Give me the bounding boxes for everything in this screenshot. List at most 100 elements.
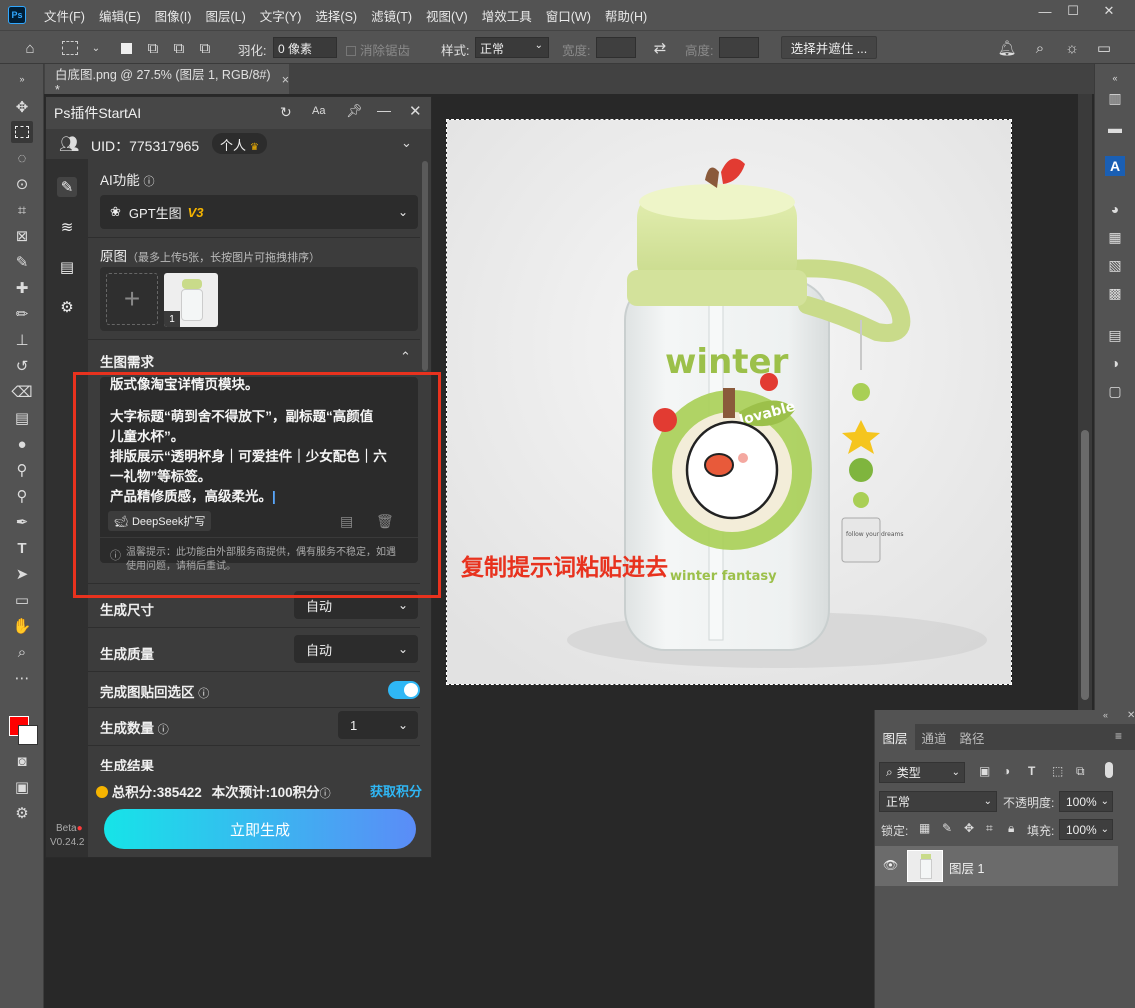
menu-item[interactable]: 文字(Y) <box>260 6 302 25</box>
tab-paths[interactable]: 路径 <box>953 724 991 750</box>
path-select-icon[interactable]: ➤ <box>11 563 33 585</box>
chevron-down-icon[interactable]: ⌄ <box>86 38 106 58</box>
close-icon[interactable]: ✕ <box>1127 710 1135 721</box>
select-and-mask-button[interactable]: 选择并遮住 ... <box>781 36 877 59</box>
clipboard-icon[interactable]: ▤ <box>57 257 77 277</box>
eraser-tool-icon[interactable]: ⌫ <box>11 381 33 403</box>
type-tool-icon[interactable]: T <box>11 537 33 559</box>
menu-item[interactable]: 图层(L) <box>205 6 245 25</box>
chevron-down-icon[interactable]: ⌄ <box>401 135 412 151</box>
quality-select[interactable]: 自动 ⌄ <box>294 635 418 663</box>
lock-pixels-icon[interactable]: ▦ <box>919 821 930 835</box>
expand-panels-icon[interactable]: « <box>1105 68 1125 88</box>
screen-mode-icon[interactable]: ▣ <box>11 776 33 798</box>
swap-icon[interactable]: ⇄ <box>650 38 670 58</box>
fill-input[interactable]: 100% ⌄ <box>1059 819 1113 840</box>
plugin-icon[interactable]: ⚙ <box>11 802 33 824</box>
pin-icon[interactable]: 📌︎ <box>346 103 363 119</box>
source-thumbnail[interactable]: 1 <box>164 273 218 327</box>
background-color[interactable] <box>18 725 38 745</box>
maximize-icon[interactable]: ☐ <box>1056 0 1090 22</box>
height-input[interactable] <box>719 37 759 58</box>
light-bulb-icon[interactable]: ☼ <box>1062 38 1082 58</box>
swatches-icon[interactable]: ▦ <box>1105 227 1125 247</box>
count-select[interactable]: 1 ⌄ <box>338 711 418 739</box>
menu-item[interactable]: 窗口(W) <box>546 6 591 25</box>
layer-row[interactable]: 👁︎ 图层 1 <box>875 846 1118 886</box>
marquee-tool-icon[interactable] <box>11 121 33 143</box>
libraries-icon[interactable]: ▤ <box>1105 325 1125 345</box>
crop-tool-icon[interactable]: ⌗ <box>11 199 33 221</box>
lasso-tool-icon[interactable]: ◌ <box>11 147 33 169</box>
move-tool-icon[interactable]: ✥ <box>11 96 33 118</box>
account-badge[interactable]: 个人 ♛ <box>212 133 267 154</box>
menu-item[interactable]: 编辑(E) <box>99 6 141 25</box>
brush-tool-icon[interactable]: ✏ <box>11 303 33 325</box>
marquee-tool-icon[interactable] <box>62 41 78 55</box>
edit-icon[interactable]: ✎ <box>57 177 77 197</box>
menu-item[interactable]: 滤镜(T) <box>371 6 412 25</box>
properties-icon[interactable]: ▢ <box>1105 381 1125 401</box>
close-panel-icon[interactable]: ✕ <box>409 102 422 120</box>
more-tools-icon[interactable]: ⋯ <box>11 667 33 689</box>
menu-item[interactable]: 视图(V) <box>426 6 468 25</box>
close-icon[interactable]: ✕ <box>1092 0 1126 22</box>
color-palette-icon[interactable]: ◕ <box>1105 199 1125 219</box>
document-canvas[interactable]: winter lovable winter fantasy follow you… <box>446 119 1012 685</box>
search-icon[interactable]: ⌕ <box>1030 38 1050 58</box>
workspace-icon[interactable]: ▭ <box>1094 38 1114 58</box>
filter-toggle[interactable] <box>1105 762 1113 778</box>
pen-tool-icon[interactable]: ✒ <box>11 511 33 533</box>
gradient-tool-icon[interactable]: ▤ <box>11 407 33 429</box>
frame-tool-icon[interactable]: ⊠ <box>11 225 33 247</box>
blend-mode-select[interactable]: 正常 ⌄ <box>879 791 997 812</box>
layer-filter-select[interactable]: ⌕ 类型 ⌄ <box>879 762 965 783</box>
quick-select-icon[interactable]: ⊙ <box>11 173 33 195</box>
stamp-tool-icon[interactable]: ⊥ <box>11 329 33 351</box>
chevron-up-icon[interactable]: ⌃ <box>400 349 411 365</box>
dodge-icon[interactable]: ⚲ <box>11 485 33 507</box>
zoom-tool-icon[interactable]: ⌕ <box>11 641 33 663</box>
rectangle-tool-icon[interactable]: ▭ <box>11 589 33 611</box>
close-tab-icon[interactable]: × <box>282 73 289 87</box>
get-points-link[interactable]: 获取积分 <box>370 781 422 800</box>
type-filter-icon[interactable]: T <box>1028 764 1035 778</box>
antialias-checkbox[interactable]: 消除锯齿 <box>346 40 410 59</box>
collapse-icon[interactable]: « <box>1103 710 1108 720</box>
refresh-icon[interactable]: ↻ <box>280 104 292 121</box>
settings-icon[interactable]: ⚙ <box>57 297 77 317</box>
menu-item[interactable]: 选择(S) <box>315 6 357 25</box>
style-select[interactable]: 正常 ⌄ <box>475 37 549 58</box>
home-icon[interactable]: ⌂ <box>20 38 40 58</box>
subtract-selection-icon[interactable]: ⧉ <box>169 38 189 58</box>
bell-icon[interactable]: 🔔︎ <box>997 38 1017 58</box>
layers-stack-icon[interactable]: ≋ <box>57 217 77 237</box>
history-icon[interactable]: ▥ <box>1105 88 1125 108</box>
add-image-button[interactable]: + <box>106 273 158 325</box>
intersect-selection-icon[interactable]: ⧉ <box>195 38 215 58</box>
minimize-panel-icon[interactable]: — <box>377 102 391 118</box>
history-brush-icon[interactable]: ↺ <box>11 355 33 377</box>
eyedropper-icon[interactable]: ✎ <box>11 251 33 273</box>
startai-plugin-icon[interactable]: A <box>1105 156 1125 176</box>
adjustment-filter-icon[interactable]: ◑ <box>1003 764 1010 778</box>
feather-input[interactable]: 0 像素 <box>273 37 337 58</box>
quick-mask-icon[interactable]: ◙ <box>11 750 33 772</box>
panel-menu-icon[interactable]: ≡ <box>1115 729 1122 743</box>
tab-channels[interactable]: 通道 <box>915 724 953 750</box>
menu-item[interactable]: 图像(I) <box>155 6 192 25</box>
hand-tool-icon[interactable]: ✋ <box>11 615 33 637</box>
menu-item[interactable]: 增效工具 <box>482 6 532 25</box>
patterns-icon[interactable]: ▩ <box>1105 283 1125 303</box>
blur-tool-icon[interactable]: ● <box>11 433 33 455</box>
opacity-input[interactable]: 100% ⌄ <box>1059 791 1113 812</box>
layer-name[interactable]: 图层 1 <box>949 858 984 877</box>
lock-all-icon[interactable]: 🔒︎ <box>1008 821 1014 836</box>
healing-brush-icon[interactable]: ✚ <box>11 277 33 299</box>
shape-filter-icon[interactable]: ⬚ <box>1052 764 1063 778</box>
lock-artboard-icon[interactable]: ⌗ <box>986 821 993 836</box>
new-selection-icon[interactable] <box>116 38 136 58</box>
menu-item[interactable]: 帮助(H) <box>605 6 647 25</box>
panel-scrollbar[interactable] <box>422 161 428 371</box>
ai-model-select[interactable]: ❀ GPT生图 V3 ⌄ <box>100 195 418 229</box>
